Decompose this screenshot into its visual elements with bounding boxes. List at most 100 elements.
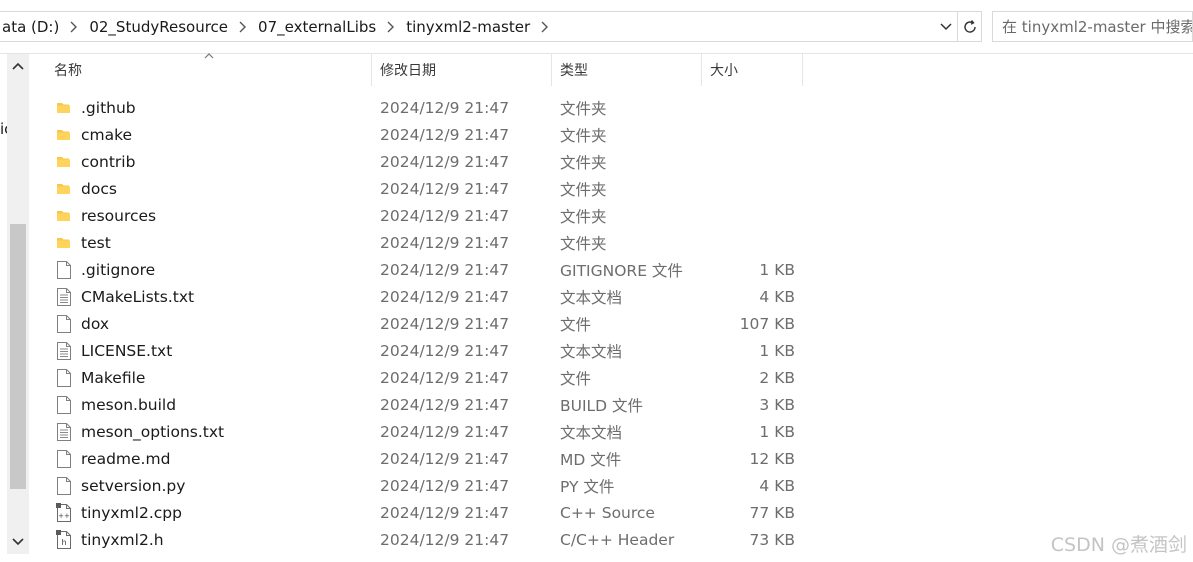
column-header-name-label: 名称 <box>54 63 82 79</box>
file-name[interactable]: tinyxml2.h <box>80 531 164 549</box>
folder-icon <box>56 206 80 226</box>
file-name-cell: contrib <box>46 152 372 172</box>
column-header-size[interactable]: 大小 <box>702 54 803 86</box>
file-name[interactable]: contrib <box>80 153 135 171</box>
file-name[interactable]: docs <box>80 180 117 198</box>
file-name-cell: meson.build <box>46 395 372 415</box>
file-name[interactable]: CMakeLists.txt <box>80 288 194 306</box>
text-file-icon <box>56 341 80 361</box>
file-name[interactable]: dox <box>80 315 109 333</box>
file-row[interactable]: h tinyxml2.h 2024/12/9 21:47 C/C++ Header 73… <box>46 526 806 553</box>
file-row[interactable]: resources 2024/12/9 21:47 文件夹 <box>46 202 806 229</box>
c-header-icon: h <box>56 529 80 550</box>
breadcrumb-externallibs[interactable]: 07_externalLibs <box>254 18 380 36</box>
file-icon <box>56 476 80 496</box>
file-type: GITIGNORE 文件 <box>560 261 683 280</box>
file-type: PY 文件 <box>560 477 615 496</box>
file-row[interactable]: meson.build 2024/12/9 21:47 BUILD 文件 3 KB <box>46 391 806 418</box>
file-row[interactable]: .github 2024/12/9 21:47 文件夹 <box>46 94 806 121</box>
chevron-right-icon[interactable] <box>534 21 556 33</box>
file-row[interactable]: .gitignore 2024/12/9 21:47 GITIGNORE 文件 1 K… <box>46 256 806 283</box>
file-type: 文件夹 <box>560 126 607 145</box>
file-date: 2024/12/9 21:47 <box>380 503 510 522</box>
file-row[interactable]: contrib 2024/12/9 21:47 文件夹 <box>46 148 806 175</box>
file-name-cell: test <box>46 233 372 253</box>
file-row[interactable]: cmake 2024/12/9 21:47 文件夹 <box>46 121 806 148</box>
file-row[interactable]: test 2024/12/9 21:47 文件夹 <box>46 229 806 256</box>
file-size: 1 KB <box>759 422 795 441</box>
scroll-down-icon[interactable] <box>7 532 29 552</box>
file-size: 77 KB <box>749 503 795 522</box>
breadcrumb-studyresource[interactable]: 02_StudyResource <box>85 18 232 36</box>
file-date: 2024/12/9 21:47 <box>380 449 510 468</box>
folder-icon <box>56 179 80 199</box>
file-row[interactable]: meson_options.txt 2024/12/9 21:47 文本文档 1 KB <box>46 418 806 445</box>
file-name[interactable]: .github <box>80 99 136 117</box>
file-size: 4 KB <box>759 287 795 306</box>
refresh-icon[interactable] <box>958 11 982 42</box>
file-name-cell: setversion.py <box>46 476 372 496</box>
file-date: 2024/12/9 21:47 <box>380 287 510 306</box>
file-row[interactable]: Makefile 2024/12/9 21:47 文件 2 KB <box>46 364 806 391</box>
file-date: 2024/12/9 21:47 <box>380 368 510 387</box>
file-row[interactable]: dox 2024/12/9 21:47 文件 107 KB <box>46 310 806 337</box>
file-name-cell: Makefile <box>46 368 372 388</box>
file-date: 2024/12/9 21:47 <box>380 152 510 171</box>
file-name[interactable]: cmake <box>80 126 132 144</box>
file-name-cell: CMakeLists.txt <box>46 287 372 307</box>
svg-text:h: h <box>61 538 66 547</box>
file-name[interactable]: test <box>80 234 111 252</box>
file-type: 文本文档 <box>560 423 623 442</box>
file-row[interactable]: docs 2024/12/9 21:47 文件夹 <box>46 175 806 202</box>
file-name[interactable]: setversion.py <box>80 477 185 495</box>
file-date: 2024/12/9 21:47 <box>380 476 510 495</box>
file-type: 文件夹 <box>560 180 607 199</box>
column-header-name[interactable]: 名称 <box>46 53 372 86</box>
cpp-source-icon: ++ <box>56 502 80 523</box>
file-row[interactable]: CMakeLists.txt 2024/12/9 21:47 文本文档 4 KB <box>46 283 806 310</box>
file-name[interactable]: resources <box>80 207 156 225</box>
file-size: 4 KB <box>759 476 795 495</box>
breadcrumb-tinyxml2-master[interactable]: tinyxml2-master <box>402 18 534 36</box>
file-name-cell: dox <box>46 314 372 334</box>
file-name[interactable]: readme.md <box>80 450 170 468</box>
file-type: 文件夹 <box>560 234 607 253</box>
file-name[interactable]: .gitignore <box>80 261 155 279</box>
scrollbar-thumb[interactable] <box>10 224 26 489</box>
breadcrumb-drive[interactable]: ata (D:) <box>0 18 63 36</box>
chevron-right-icon[interactable] <box>232 21 254 33</box>
file-icon <box>56 368 80 388</box>
file-date: 2024/12/9 21:47 <box>380 98 510 117</box>
chevron-right-icon[interactable] <box>380 21 402 33</box>
file-row[interactable]: LICENSE.txt 2024/12/9 21:47 文本文档 1 KB <box>46 337 806 364</box>
file-row[interactable]: readme.md 2024/12/9 21:47 MD 文件 12 KB <box>46 445 806 472</box>
file-name-cell: h tinyxml2.h <box>46 529 372 550</box>
sort-ascending-icon <box>204 53 214 59</box>
address-toolbar: ata (D:) 02_StudyResource 07_externalLib… <box>0 0 1193 54</box>
file-type: 文件夹 <box>560 153 607 172</box>
file-date: 2024/12/9 21:47 <box>380 530 510 549</box>
nav-scrollbar[interactable] <box>7 54 29 554</box>
file-name[interactable]: Makefile <box>80 369 145 387</box>
search-input[interactable]: 在 tinyxml2-master 中搜索 <box>992 11 1193 42</box>
address-bar[interactable]: ata (D:) 02_StudyResource 07_externalLib… <box>0 11 958 42</box>
file-date: 2024/12/9 21:47 <box>380 206 510 225</box>
file-row[interactable]: setversion.py 2024/12/9 21:47 PY 文件 4 KB <box>46 472 806 499</box>
file-type: C/C++ Header <box>560 530 675 549</box>
file-name[interactable]: meson_options.txt <box>80 423 224 441</box>
file-row[interactable]: ++ tinyxml2.cpp 2024/12/9 21:47 C++ Source 7… <box>46 499 806 526</box>
file-name[interactable]: tinyxml2.cpp <box>80 504 182 522</box>
file-size: 1 KB <box>759 341 795 360</box>
column-header-date[interactable]: 修改日期 <box>372 54 552 86</box>
chevron-down-icon[interactable] <box>935 12 957 41</box>
scroll-up-icon[interactable] <box>7 56 29 76</box>
file-name[interactable]: meson.build <box>80 396 176 414</box>
navigation-pane[interactable]: ic <box>0 54 12 562</box>
file-name[interactable]: LICENSE.txt <box>80 342 172 360</box>
file-type: BUILD 文件 <box>560 396 644 415</box>
chevron-right-icon[interactable] <box>63 21 85 33</box>
file-icon <box>56 260 80 280</box>
file-size: 107 KB <box>739 314 795 333</box>
file-type: 文件 <box>560 369 592 388</box>
column-header-type[interactable]: 类型 <box>552 54 702 86</box>
